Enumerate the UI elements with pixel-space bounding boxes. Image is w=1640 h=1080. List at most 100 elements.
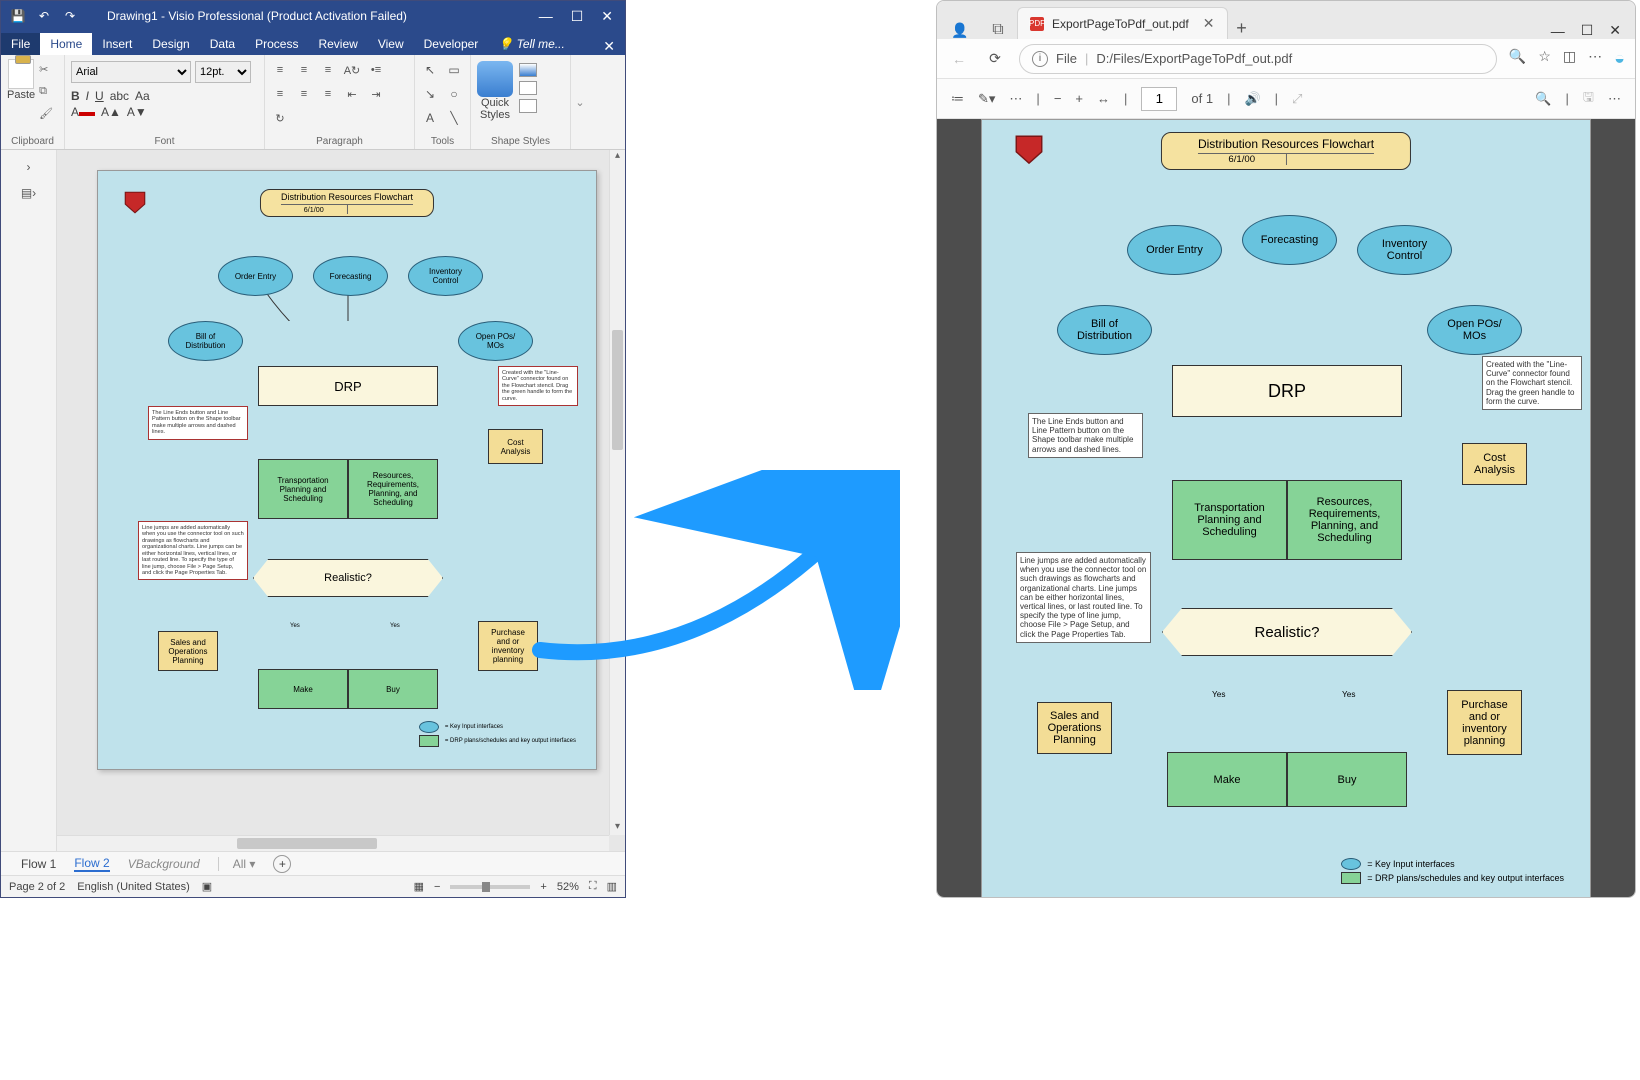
- paste-button[interactable]: Paste: [7, 57, 35, 101]
- align-middle-icon[interactable]: ≡: [295, 61, 313, 79]
- bold-button[interactable]: B: [71, 89, 80, 103]
- text-tool-icon[interactable]: A: [421, 109, 439, 127]
- font-size-select[interactable]: 12pt.: [195, 61, 251, 83]
- page-tab-vbackground[interactable]: VBackground: [128, 857, 200, 871]
- text-highlight-icon[interactable]: Aa: [135, 89, 150, 103]
- strikethrough-button[interactable]: abc: [110, 89, 129, 103]
- minimize-icon[interactable]: —: [539, 8, 553, 25]
- fit-window-icon[interactable]: ⛶: [589, 880, 597, 893]
- line-tool-icon[interactable]: ╲: [445, 109, 463, 127]
- quick-styles-button[interactable]: Quick Styles: [477, 57, 513, 121]
- cut-icon[interactable]: ✂: [39, 63, 55, 79]
- page-number-input[interactable]: [1141, 87, 1177, 111]
- scrollbar-thumb[interactable]: [237, 838, 377, 849]
- tab-data[interactable]: Data: [200, 33, 245, 55]
- pointer-tool-icon[interactable]: ↖: [421, 61, 439, 79]
- ellipse-tool-icon[interactable]: ○: [445, 85, 463, 103]
- indent-inc-icon[interactable]: ⇥: [367, 85, 385, 103]
- zoom-out-icon[interactable]: −: [1054, 91, 1062, 106]
- page-tab-flow1[interactable]: Flow 1: [21, 857, 56, 871]
- decrease-font-icon[interactable]: A▼: [127, 105, 147, 119]
- save-icon[interactable]: 🖫: [1583, 88, 1594, 110]
- align-right-icon[interactable]: ≡: [319, 85, 337, 103]
- close-icon[interactable]: ✕: [601, 8, 613, 25]
- settings-more-icon[interactable]: ⋯: [1588, 48, 1602, 69]
- tab-developer[interactable]: Developer: [414, 33, 489, 55]
- tab-actions-icon[interactable]: ⧉: [983, 21, 1013, 39]
- indent-dec-icon[interactable]: ⇤: [343, 85, 361, 103]
- maximize-icon[interactable]: ☐: [1581, 22, 1594, 39]
- tab-home[interactable]: Home: [40, 33, 92, 55]
- bullets-icon[interactable]: •≡: [367, 61, 385, 79]
- macro-recorder-icon[interactable]: ▣: [202, 880, 212, 893]
- canvas-area[interactable]: Distribution Resources Flowchart 6/1/00: [57, 150, 625, 851]
- close-icon[interactable]: ✕: [1609, 22, 1621, 39]
- font-color-button[interactable]: A: [71, 105, 95, 119]
- presentation-mode-icon[interactable]: ▦: [414, 880, 424, 893]
- italic-button[interactable]: I: [86, 89, 89, 103]
- rotate-text-icon[interactable]: ↻: [271, 109, 289, 127]
- copilot-icon[interactable]: ◒: [1614, 48, 1625, 69]
- format-painter-icon[interactable]: 🖌: [39, 107, 55, 123]
- tab-process[interactable]: Process: [245, 33, 308, 55]
- scrollbar-thumb[interactable]: [612, 330, 623, 450]
- zoom-in-icon[interactable]: +: [1075, 91, 1083, 106]
- effects-icon[interactable]: [519, 99, 537, 113]
- tab-view[interactable]: View: [368, 33, 414, 55]
- more-tools-icon[interactable]: ⋯: [1009, 91, 1022, 107]
- tab-file[interactable]: File: [1, 33, 40, 55]
- zoom-level[interactable]: 52%: [557, 881, 579, 893]
- split-screen-icon[interactable]: ◫: [1563, 48, 1576, 69]
- rotate-icon[interactable]: ⤢: [1292, 91, 1302, 107]
- back-icon[interactable]: ←: [947, 51, 971, 67]
- tell-me[interactable]: 💡 Tell me...: [488, 33, 575, 55]
- font-name-select[interactable]: Arial: [71, 61, 191, 83]
- browser-tab[interactable]: PDF ExportPageToPdf_out.pdf ✕: [1017, 7, 1228, 39]
- ribbon-scroll-icon[interactable]: ⌄: [571, 55, 589, 149]
- tab-design[interactable]: Design: [142, 33, 199, 55]
- align-top-icon[interactable]: ≡: [271, 61, 289, 79]
- ribbon-close-icon[interactable]: ✕: [593, 38, 625, 55]
- underline-button[interactable]: U: [95, 89, 104, 103]
- profile-button[interactable]: 👤: [937, 22, 983, 39]
- redo-icon[interactable]: ↷: [61, 7, 79, 25]
- add-page-button[interactable]: +: [273, 855, 291, 873]
- rectangle-tool-icon[interactable]: ▭: [445, 61, 463, 79]
- shapes-pane-collapsed[interactable]: › ▤›: [1, 150, 57, 851]
- refresh-icon[interactable]: ⟳: [983, 50, 1007, 67]
- vertical-scrollbar[interactable]: ▴▾: [609, 150, 625, 835]
- pan-zoom-icon[interactable]: ▥: [607, 880, 617, 893]
- copy-icon[interactable]: ⧉: [39, 85, 55, 101]
- zoom-slider[interactable]: [450, 885, 530, 889]
- address-bar[interactable]: i File | D:/Files/ExportPageToPdf_out.pd…: [1019, 44, 1497, 74]
- align-bottom-icon[interactable]: ≡: [319, 61, 337, 79]
- connector-tool-icon[interactable]: ↘: [421, 85, 439, 103]
- align-left-icon[interactable]: ≡: [271, 85, 289, 103]
- favorite-icon[interactable]: ☆: [1538, 48, 1551, 69]
- page-tab-flow2[interactable]: Flow 2: [74, 856, 109, 872]
- read-aloud-icon[interactable]: 🔊: [1244, 91, 1260, 107]
- drawing-page[interactable]: Distribution Resources Flowchart 6/1/00: [97, 170, 597, 770]
- fit-width-icon[interactable]: ↔: [1097, 91, 1110, 106]
- zoom-out-icon[interactable]: −: [434, 881, 440, 893]
- horizontal-scrollbar[interactable]: [57, 835, 609, 851]
- minimize-icon[interactable]: —: [1551, 23, 1565, 39]
- shapes-rail-icon[interactable]: ▤›: [21, 186, 36, 200]
- tab-insert[interactable]: Insert: [92, 33, 142, 55]
- increase-font-icon[interactable]: A▲: [101, 105, 121, 119]
- tab-review[interactable]: Review: [308, 33, 367, 55]
- status-language[interactable]: English (United States): [77, 881, 190, 893]
- zoom-in-icon[interactable]: +: [540, 881, 546, 893]
- pdf-viewer[interactable]: Distribution Resources Flowchart 6/1/00: [937, 119, 1635, 897]
- new-tab-button[interactable]: +: [1228, 18, 1256, 39]
- find-icon[interactable]: 🔍: [1535, 91, 1551, 107]
- contents-icon[interactable]: ≔: [951, 91, 964, 107]
- tab-close-icon[interactable]: ✕: [1203, 15, 1215, 32]
- draw-icon[interactable]: ✎▾: [978, 91, 995, 107]
- toolbar-more-icon[interactable]: ⋯: [1608, 91, 1621, 107]
- site-info-icon[interactable]: i: [1032, 51, 1048, 67]
- fill-color-icon[interactable]: [519, 63, 537, 77]
- save-icon[interactable]: 💾: [9, 7, 27, 25]
- expand-shapes-icon[interactable]: ›: [27, 160, 31, 174]
- undo-icon[interactable]: ↶: [35, 7, 53, 25]
